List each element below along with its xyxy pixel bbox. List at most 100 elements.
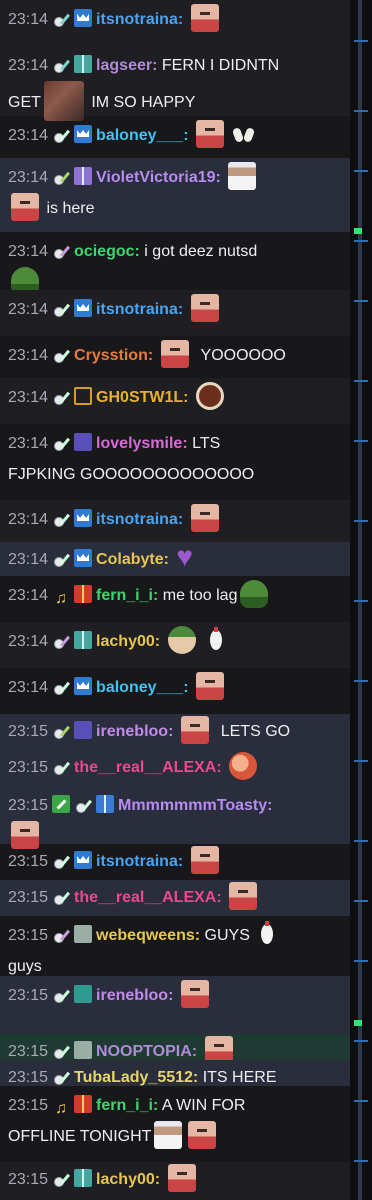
f-badge-icon[interactable] <box>74 985 93 1003</box>
gift-badge-icon[interactable] <box>74 167 93 185</box>
gift-badge-icon[interactable] <box>74 1095 93 1113</box>
chat-message[interactable]: 23:15 the__real__ALEXA: <box>0 750 350 786</box>
chat-username[interactable]: lachy00 <box>96 1171 155 1188</box>
chat-message[interactable]: 23:14 Colabyte: <box>0 542 350 576</box>
chat-username[interactable]: fern_i_i <box>96 587 153 604</box>
gift-badge-icon[interactable] <box>74 1169 93 1187</box>
crown-badge-icon[interactable] <box>74 299 93 317</box>
chat-message[interactable]: 23:15 TubaLady_5512: ITS HERE <box>0 1060 350 1086</box>
gift-badge-icon[interactable] <box>96 795 115 813</box>
chat-message[interactable]: 23:14 itsnotraina: <box>0 290 350 336</box>
crown-badge-icon[interactable] <box>74 549 93 567</box>
guitar-badge-icon[interactable] <box>52 167 70 185</box>
f-badge-icon[interactable] <box>74 433 93 451</box>
f-badge-icon[interactable] <box>74 721 93 739</box>
cash-badge-icon[interactable] <box>74 925 93 943</box>
guitar-badge-icon[interactable] <box>74 795 92 813</box>
message-text: LETS GO <box>220 723 291 740</box>
chat-username[interactable]: Crysstion <box>74 347 148 364</box>
chat-username[interactable]: itsnotraina <box>96 11 178 28</box>
chat-username[interactable]: irenebloo <box>96 723 168 740</box>
scrollbar-tick <box>354 240 368 242</box>
chat-username[interactable]: itsnotraina <box>96 853 178 870</box>
crown-badge-icon[interactable] <box>74 125 93 143</box>
chat-username[interactable]: itsnotraina <box>96 511 178 528</box>
chat-username[interactable]: lachy00 <box>96 633 155 650</box>
chat-message[interactable]: 23:14 baloney___: <box>0 668 350 714</box>
chat-message[interactable]: 23:14 Crysstion: YOOOOOO <box>0 336 350 378</box>
chat-message[interactable]: 23:15 webeqweens: GUYS guys <box>0 916 350 976</box>
guitar-badge-icon[interactable] <box>52 125 70 143</box>
chat-username[interactable]: Colabyte <box>96 551 164 568</box>
guitar-badge-icon[interactable] <box>52 433 70 451</box>
chat-username[interactable]: webeqweens <box>96 927 195 944</box>
chat-message[interactable]: 23:15 itsnotraina: <box>0 844 350 880</box>
guitar-badge-icon[interactable] <box>52 55 70 73</box>
chat-message[interactable]: 23:15 ♫ fern_i_i: A WIN FOR OFFLINE TONIGHT <box>0 1086 350 1162</box>
chat-message[interactable]: 23:14 GH0STW1L: <box>0 378 350 424</box>
guitar-badge-icon[interactable] <box>52 721 70 739</box>
guitar-badge-icon[interactable] <box>52 985 70 1003</box>
person-emote-icon <box>154 1121 183 1149</box>
chat-username[interactable]: lagseer <box>96 57 152 74</box>
guitar-badge-icon[interactable] <box>52 887 70 905</box>
chat-username[interactable]: VioletVictoria19 <box>96 169 215 186</box>
chat-message[interactable]: 23:14 itsnotraina: <box>0 0 350 46</box>
chat-message[interactable]: 23:14 itsnotraina: <box>0 500 350 542</box>
guitar-badge-icon[interactable] <box>52 345 70 363</box>
chat-username[interactable]: baloney___ <box>96 679 183 696</box>
chat-username[interactable]: the__real__ALEXA <box>74 759 216 776</box>
guitar-badge-icon[interactable] <box>52 1041 70 1059</box>
chat-username[interactable]: MmmmmmmToasty <box>118 797 267 814</box>
guitar-badge-icon[interactable] <box>52 299 70 317</box>
crown-badge-icon[interactable] <box>74 851 93 869</box>
crown-badge-icon[interactable] <box>74 509 93 527</box>
crown-badge-icon[interactable] <box>74 9 93 27</box>
music-note-badge-icon[interactable]: ♫ <box>52 1100 70 1118</box>
chat-message[interactable]: 23:14 ociegoc: i got deez nutsd <box>0 232 350 295</box>
chat-message[interactable]: 23:14 baloney___: <box>0 116 350 158</box>
chat-username[interactable]: NOOPTOPIA <box>96 1043 192 1060</box>
chat-username[interactable]: TubaLady_5512 <box>74 1069 193 1086</box>
cash-badge-icon[interactable] <box>74 1041 93 1059</box>
chat-message[interactable]: 23:14 VioletVictoria19: is here <box>0 158 350 232</box>
music-note-badge-icon[interactable]: ♫ <box>52 590 70 608</box>
guitar-badge-icon[interactable] <box>52 757 70 775</box>
chat-message[interactable]: 23:15 the__real__ALEXA: <box>0 880 350 916</box>
gift-badge-icon[interactable] <box>74 585 93 603</box>
chat-message[interactable]: 23:14 lagseer: FERN I DIDNTN GET IM SO HAP… <box>0 46 350 121</box>
chat-message[interactable]: 23:14 lachy00: <box>0 622 350 668</box>
guitar-badge-icon[interactable] <box>52 631 70 649</box>
guitar-badge-icon[interactable] <box>52 549 70 567</box>
chat-message[interactable]: 23:14 ♫ fern_i_i: me too lag <box>0 576 350 622</box>
guitar-badge-icon[interactable] <box>52 1169 70 1187</box>
guitar-badge-icon[interactable] <box>52 925 70 943</box>
guitar-badge-icon[interactable] <box>52 677 70 695</box>
chat-username[interactable]: GH0STW1L <box>96 389 183 406</box>
guitar-badge-icon[interactable] <box>52 851 70 869</box>
chat-message[interactable]: 23:14 lovelysmile: LTS FJPKING GOOOOOOOOOO… <box>0 424 350 500</box>
chat-message[interactable]: 23:15 NOOPTOPIA: <box>0 1034 350 1064</box>
guitar-badge-icon[interactable] <box>52 1067 70 1085</box>
crown-badge-icon[interactable] <box>74 677 93 695</box>
chat-username[interactable]: itsnotraina <box>96 301 178 318</box>
chat-username[interactable]: irenebloo <box>96 987 168 1004</box>
tilde-badge-icon[interactable] <box>74 387 93 405</box>
chat-message[interactable]: 23:15 lachy00: <box>0 1162 350 1200</box>
guitar-badge-icon[interactable] <box>52 241 70 259</box>
chat-username[interactable]: the__real__ALEXA <box>74 889 216 906</box>
guitar-badge-icon[interactable] <box>52 9 70 27</box>
guitar-badge-icon[interactable] <box>52 509 70 527</box>
chat-message[interactable]: 23:15 irenebloo: LETS GO <box>0 714 350 750</box>
guitar-badge-icon[interactable] <box>52 387 70 405</box>
chat-username[interactable]: fern_i_i <box>96 1097 153 1114</box>
sword-badge-icon[interactable] <box>52 795 71 813</box>
chat-scrollbar[interactable] <box>350 0 372 1200</box>
chat-username[interactable]: baloney___ <box>96 127 183 144</box>
chat-username[interactable]: lovelysmile <box>96 435 182 452</box>
chat-username[interactable]: ociegoc <box>74 243 134 260</box>
gift-badge-icon[interactable] <box>74 631 93 649</box>
chat-message[interactable]: 23:15 irenebloo: <box>0 976 350 1034</box>
chat-message[interactable]: 23:15 MmmmmmmToasty: <box>0 786 350 849</box>
gift-badge-icon[interactable] <box>74 55 93 73</box>
